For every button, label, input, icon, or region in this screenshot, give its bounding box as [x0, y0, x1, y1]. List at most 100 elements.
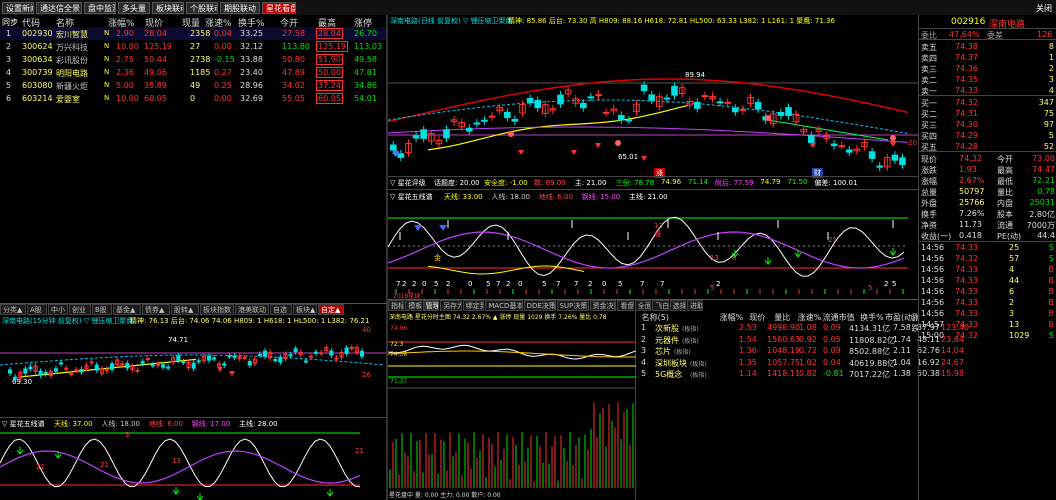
category-tab-5[interactable]: 基金▲ [113, 304, 141, 315]
indicator-mark: 涨 [654, 229, 661, 238]
book-row[interactable]: 卖五 74.38 8 [919, 41, 1056, 52]
sector-row[interactable]: 1 (板指) 次新股 2.53 4998.90 1.08 0.09 4134.31亿 7.58 3… [637, 322, 969, 333]
book-row[interactable]: 买一 74.32 347 [919, 97, 1056, 108]
digit-label: 5 [486, 280, 490, 288]
category-tab-7[interactable]: 股转▲ [171, 304, 199, 315]
sector-sub: (板指) [690, 372, 707, 379]
stock-row[interactable]: 5 N 603080 新疆火炬 5.00 35.89 49 0.25 28.96 34.02 37.… [0, 79, 386, 92]
stock-row[interactable]: 4 N 300739 明阳电路 2.36 49.06 1185 0.27 23.40 47.89 5… [0, 66, 386, 79]
indicator-tab-7[interactable]: SUP决策 [556, 300, 589, 311]
stock-limit: 49.58 [354, 55, 377, 64]
mini-candle [150, 364, 155, 367]
mini-candle [232, 355, 237, 358]
top-tab-7[interactable]: 星花看盘 [262, 2, 296, 14]
mini-candle [263, 350, 268, 357]
book-price: 74.28 [955, 142, 978, 151]
category-tab-6[interactable]: 债券▲ [142, 304, 170, 315]
sell-arrow [518, 150, 524, 155]
indicator-tab-6[interactable]: DDE决策 [523, 300, 556, 311]
top-tab-6[interactable]: 期股联动 [220, 2, 260, 14]
sector-row[interactable]: 5 (板指) 5G概念 1.14 1418.11 0.82 -0.81 7017.22亿 1.3… [637, 368, 964, 379]
indicator-mark: 5 [710, 284, 714, 292]
category-tab-10[interactable]: 自选 [270, 304, 292, 315]
sector-row[interactable]: 2 (板指) 元器件 1.54 1560.63 0.92 0.05 11808.82亿 1.74… [637, 334, 964, 345]
category-tab-2[interactable]: 中小 [48, 304, 68, 315]
stock-row[interactable]: 1 N 002930 宏川智慧 2.90 28.04 2358 0.04 33.25 27.58 2… [0, 27, 386, 40]
indicator-tab-2[interactable]: 管理 [422, 300, 440, 311]
main-candle [785, 107, 792, 117]
indicator-tab-0[interactable]: 指标 [388, 300, 405, 311]
book-row[interactable]: 买三 74.30 97 [919, 119, 1056, 130]
legend-item-4: 主线: 21.00 [629, 193, 668, 201]
top-tab-4[interactable]: 板块联动 [152, 2, 184, 14]
mini-candle [247, 360, 252, 366]
indicator-tab-1[interactable]: 模板 [405, 300, 422, 311]
category-tab-1[interactable]: A股 [27, 304, 47, 315]
stock-pct: 5.00 [116, 81, 134, 90]
indicator-mark: 21 [828, 236, 837, 244]
stock-row[interactable]: 3 N 300634 彩讯股份 2.75 50.44 2738 -0.15 33.88 50.80… [0, 53, 386, 66]
stock-name: 明阳电路 [56, 69, 88, 78]
stock-code: 603080 [22, 81, 53, 90]
main-candle [504, 111, 511, 118]
main-candle [587, 96, 595, 99]
mini-candle [334, 357, 339, 360]
sector-name: 5G概念 [655, 370, 683, 379]
mini-candle [329, 350, 334, 356]
category-tab-4[interactable]: B股 [92, 304, 112, 315]
legend-item-8: 74.79 [760, 178, 781, 186]
book-row[interactable]: 买五 74.28 52 [919, 141, 1056, 152]
indicator-tab-11[interactable]: 飞白 [652, 300, 669, 311]
book-row[interactable]: 卖二 74.35 3 [919, 74, 1056, 85]
book-row[interactable]: 买四 74.29 5 [919, 130, 1056, 141]
indicator-tab-8[interactable]: 资金决策 [589, 300, 617, 311]
mini-candle [257, 353, 262, 356]
mini-candle [89, 361, 94, 364]
category-tab-11[interactable]: 板块▲ [293, 304, 317, 315]
top-tab-1[interactable]: 通达信全景 [36, 2, 82, 14]
mini-candle [314, 351, 319, 354]
indicator-tab-5[interactable]: MACD基本 [485, 300, 523, 311]
book-row[interactable]: 卖四 74.37 1 [919, 52, 1056, 63]
main-candle [640, 84, 648, 92]
category-tab-8[interactable]: 板块指数 [200, 304, 234, 315]
digit-label: 0 [422, 280, 426, 288]
book-row[interactable]: 买二 74.31 75 [919, 108, 1056, 119]
sector-vr: 0.72 [799, 346, 817, 355]
top-tab-5[interactable]: 个股联动 [186, 2, 218, 14]
sector-row[interactable]: 3 (板指) 芯片 1.36 1048.19 0.72 0.09 8502.88亿 2.11 62… [637, 345, 964, 356]
book-row[interactable]: 卖一 74.33 4 [919, 85, 1056, 96]
stock-turn: 28.96 [240, 81, 263, 90]
sell-arrow [217, 367, 223, 372]
indicator-tab-13[interactable]: 进取 [687, 300, 704, 311]
tick-time: 14:56 [921, 309, 945, 318]
category-tab-12[interactable]: 自定▲ [318, 304, 344, 315]
stock-open: 50.80 [282, 55, 305, 64]
close-button[interactable]: 关闭 [1036, 3, 1052, 14]
new-flag: N [104, 81, 110, 89]
stock-high: 50.00 [316, 67, 343, 78]
indicator-tab-3[interactable]: 另存为 [440, 300, 462, 311]
top-tab-0[interactable]: 设置新闻 [2, 2, 34, 14]
indicator-tab-12[interactable]: 选择 [669, 300, 686, 311]
sector-cap: 7017.22亿 [849, 370, 891, 379]
book-row[interactable]: 卖三 74.36 2 [919, 63, 1056, 74]
indicator-tab-4[interactable]: 绑定到 [462, 300, 485, 311]
mini-r2-label: 26 [362, 371, 371, 379]
stock-row[interactable]: 6 N 603214 爱婴室 10.00 60.05 0 0.00 32.69 55.05 60.0… [0, 92, 386, 105]
sector-row[interactable]: 4 (板指) 深圳板块 1.35 1057.75 1.02 0.04 40619.88亿 1.0… [637, 357, 964, 368]
category-tab-9[interactable]: 港美联动 [235, 304, 269, 315]
category-tab-3[interactable]: 创业 [69, 304, 91, 315]
indicator-tab-10[interactable]: 全面 [634, 300, 652, 311]
sector-sub: (板指) [690, 360, 707, 368]
main-candle [830, 143, 838, 147]
new-flag: N [104, 68, 110, 76]
buy-arrow [16, 447, 24, 455]
top-tab-3[interactable]: 多头量 [118, 2, 150, 14]
category-tab-0[interactable]: 分类▲ [0, 304, 26, 315]
stock-row[interactable]: 2 N 300624 万兴科技 10.00 125.19 27 0.00 32.12 113.80… [0, 40, 386, 53]
top-tab-2[interactable]: 盘中监测 [84, 2, 116, 14]
sector-pct: 1.14 [739, 369, 757, 378]
indicator-tab-9[interactable]: 看盘 [617, 300, 634, 311]
main-candle [732, 107, 739, 113]
